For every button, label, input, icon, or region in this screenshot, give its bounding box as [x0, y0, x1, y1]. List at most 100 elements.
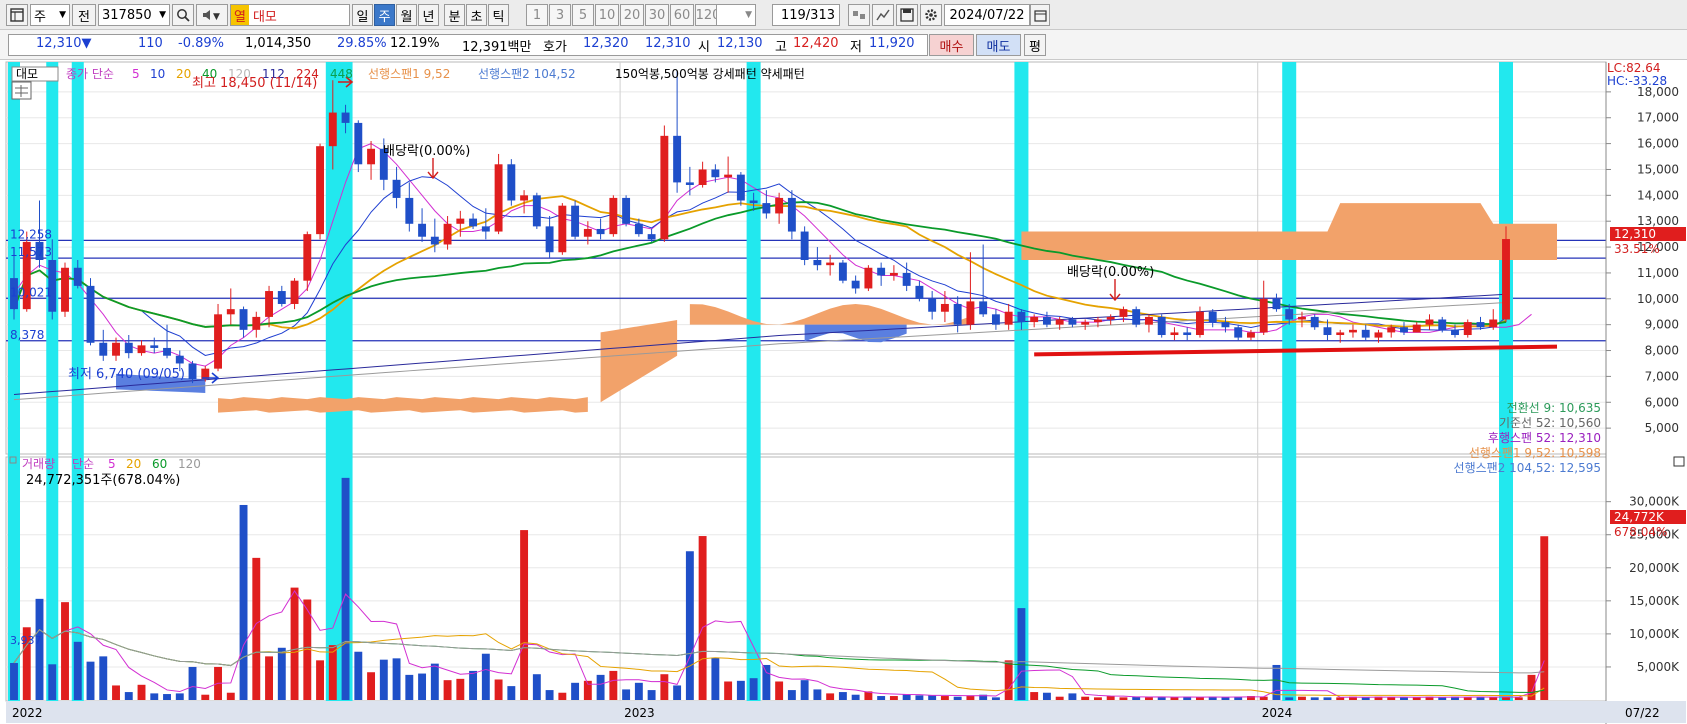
- page-counter: 119/313: [772, 4, 840, 26]
- candle-body: [1221, 322, 1230, 328]
- volume-bar: [660, 674, 669, 700]
- expand-icon[interactable]: [872, 4, 894, 26]
- period-button-3[interactable]: 년: [418, 4, 439, 26]
- candle-body: [277, 291, 286, 304]
- candle-body: [1157, 316, 1166, 336]
- volume-bar: [1400, 697, 1408, 700]
- candle-body: [1093, 319, 1102, 323]
- candle-body: [1476, 322, 1485, 328]
- volume-bar: [175, 693, 184, 700]
- volume-bar: [1361, 697, 1370, 700]
- period-button-4[interactable]: 분: [444, 4, 465, 26]
- candle-body: [481, 226, 490, 232]
- volume-spike-highlight: [1282, 62, 1297, 701]
- high-annotation: 최고 18,450 (11/14): [192, 76, 317, 91]
- volume-bar: [1068, 693, 1077, 700]
- candle-body: [647, 234, 656, 240]
- candle-body: [456, 218, 465, 224]
- candle-body: [124, 342, 133, 354]
- x-axis-band: [6, 701, 1686, 723]
- date-input[interactable]: 2024/07/22: [944, 4, 1030, 26]
- buy-button[interactable]: 매수: [929, 34, 974, 56]
- candle-body: [877, 267, 886, 276]
- avg-button[interactable]: 평: [1024, 34, 1046, 56]
- low-price: 11,920: [869, 36, 915, 51]
- candle-body: [1017, 311, 1026, 323]
- turnover-pct: 12.19%: [390, 36, 440, 51]
- period-button-0[interactable]: 일: [352, 4, 373, 26]
- interval-button-0[interactable]: 1: [526, 4, 548, 26]
- volume-bar: [800, 680, 809, 700]
- candle-body: [520, 195, 529, 201]
- name-tag: 열: [231, 5, 249, 25]
- calendar-icon[interactable]: [1030, 4, 1050, 26]
- candle-body: [73, 267, 82, 286]
- horizontal-line-label: 12,258: [10, 227, 52, 241]
- speaker-icon[interactable]: ▼: [196, 4, 228, 26]
- blank-select[interactable]: ▼: [716, 4, 756, 26]
- volume-bar: [762, 664, 771, 700]
- price-tick-label: 6,000: [1645, 395, 1679, 409]
- candle-body: [1183, 332, 1192, 336]
- period-button-2[interactable]: 월: [396, 4, 417, 26]
- candle-body: [571, 205, 580, 237]
- candle-body: [940, 303, 949, 312]
- search-icon[interactable]: [172, 4, 194, 26]
- candle-body: [660, 135, 669, 240]
- volume-ma-legend-item: 5: [108, 457, 116, 471]
- volume-bar: [1106, 696, 1115, 700]
- candle-body: [328, 112, 337, 147]
- volume-spike-highlight: [46, 62, 59, 701]
- interval-button-3[interactable]: 10: [595, 4, 619, 26]
- volume-bar: [201, 694, 210, 700]
- volume-spike-highlight: [8, 62, 20, 701]
- interval-button-6[interactable]: 60: [670, 4, 694, 26]
- candle-body: [494, 164, 503, 232]
- period-button-1[interactable]: 주: [374, 4, 395, 26]
- period-button-5[interactable]: 초: [466, 4, 487, 26]
- candle-body: [864, 267, 873, 289]
- dividend-annotation-2: 배당락(0.00%): [1067, 265, 1154, 280]
- chevron-down-icon: ▼: [159, 10, 166, 20]
- close-pane-icon[interactable]: [1673, 456, 1685, 467]
- sell-button[interactable]: 매도: [976, 34, 1021, 56]
- candle-body: [507, 164, 516, 201]
- period-select[interactable]: 주 ▼: [30, 4, 70, 26]
- volume-bar: [877, 696, 886, 700]
- volume-bar: [188, 666, 197, 700]
- volume-ratio: 29.85%: [337, 36, 387, 51]
- x-axis-end-label: 07/22: [1625, 706, 1660, 720]
- candle-body: [673, 135, 682, 183]
- candle-body: [1042, 316, 1051, 325]
- link-icon[interactable]: [848, 4, 870, 26]
- window-menu-icon[interactable]: [6, 4, 28, 26]
- candle-body: [392, 179, 401, 198]
- gear-icon[interactable]: [920, 4, 942, 26]
- candle-body: [1272, 298, 1281, 310]
- low-annotation: 최저 6,740 (09/05): [68, 367, 185, 382]
- volume-bar: [685, 551, 694, 700]
- candle-body: [902, 272, 911, 286]
- interval-button-1[interactable]: 3: [549, 4, 571, 26]
- prev-button[interactable]: 전: [72, 4, 96, 26]
- volume-title: 거래량: [22, 457, 55, 471]
- interval-button-5[interactable]: 30: [645, 4, 669, 26]
- candle-body: [953, 303, 962, 325]
- volume-bar: [367, 672, 376, 700]
- interval-button-2[interactable]: 5: [572, 4, 594, 26]
- price-tick-label: 9,000: [1645, 318, 1679, 332]
- save-icon[interactable]: [896, 4, 918, 26]
- horizontal-line-label: 10,021: [10, 285, 52, 299]
- period-select-value: 주: [34, 9, 46, 25]
- quote-bar: 12,310▼ 110 -0.89% 1,014,350 29.85% 12.1…: [0, 30, 1687, 60]
- volume-bar: [112, 685, 120, 700]
- interval-button-4[interactable]: 20: [620, 4, 644, 26]
- volume-bar: [813, 689, 822, 700]
- candle-body: [724, 174, 733, 178]
- period-button-6[interactable]: 틱: [488, 4, 509, 26]
- stock-name-field[interactable]: 열 대모: [230, 4, 350, 26]
- code-input[interactable]: 317850 ▼: [98, 4, 170, 26]
- volume-bar: [124, 692, 133, 700]
- candle-body: [61, 267, 69, 312]
- volume-bar: [622, 689, 631, 700]
